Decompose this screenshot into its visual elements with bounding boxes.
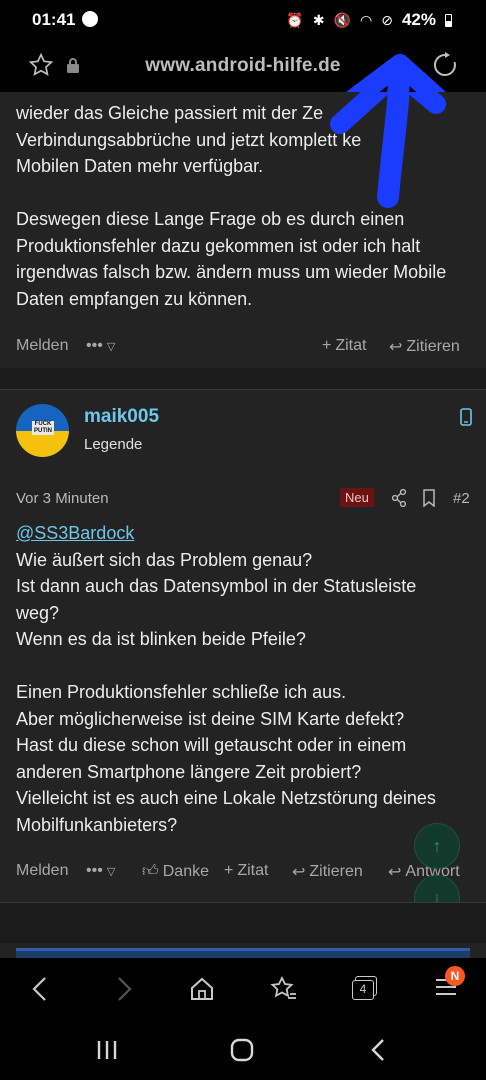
plus-icon: + — [224, 862, 234, 879]
back-icon[interactable] — [30, 976, 50, 1002]
annotation-arrow-icon — [330, 92, 446, 208]
like-label: Danke — [162, 862, 209, 880]
forward-icon[interactable] — [114, 976, 134, 1002]
text-line: Einen Produktionsfehler schließe ich aus… — [16, 682, 347, 702]
text-line: weg? — [16, 602, 60, 623]
status-time: 01:41 — [32, 10, 76, 29]
cite-button[interactable]: ↩ Zitieren — [292, 862, 363, 882]
tabs-button[interactable]: 4 — [352, 976, 378, 1000]
system-nav-bar — [0, 1020, 486, 1080]
post-body: @SS3Bardock Wie äußert sich das Problem … — [0, 520, 452, 838]
text-line: Daten empfangen zu können. — [16, 288, 253, 309]
annotation-arrow-tip-icon — [346, 54, 447, 92]
share-icon[interactable] — [391, 489, 407, 507]
text-line: anderen Smartphone längere Zeit probiert… — [16, 761, 362, 782]
post-separator — [0, 368, 486, 390]
bookmark-icon[interactable] — [422, 489, 436, 507]
quote-label: Zitat — [335, 337, 367, 354]
quote-button[interactable]: + Zitat — [322, 337, 366, 355]
reply-arrow-icon: ↩ — [389, 339, 403, 356]
text-line: Ist dann auch das Datensymbol in der Sta… — [16, 576, 417, 596]
recent-apps-icon[interactable] — [96, 1040, 118, 1060]
post-actions: Melden ••• ▽ 👍︎ Danke + Zitat ↩ Zitieren… — [0, 857, 486, 887]
system-back-icon[interactable] — [370, 1038, 386, 1062]
divider — [0, 389, 486, 390]
text-line: Produktionsfehler dazu gekommen ist oder… — [16, 235, 421, 256]
browser-bottom-nav: 4 N — [0, 958, 486, 1020]
text-line: Mobilfunkanbieters? — [16, 814, 178, 835]
report-button[interactable]: Melden — [16, 337, 68, 355]
post-separator — [0, 903, 486, 943]
like-button[interactable]: 👍︎ Danke — [142, 862, 209, 881]
more-menu-button[interactable]: ••• ▽ — [86, 337, 115, 355]
scroll-up-button[interactable]: ↑ — [414, 823, 460, 869]
plus-icon: + — [322, 337, 332, 354]
text-line: Hast du diese schon will getauscht oder … — [16, 735, 407, 755]
new-badge: Neu — [340, 488, 374, 507]
status-bar: 01:41 ⏰ ✱ 🔇 ◠ ⊘ 42% — [0, 0, 486, 40]
more-dots: ••• — [86, 862, 103, 879]
wifi-icon: ◠ — [360, 11, 373, 28]
username-link[interactable]: maik005 — [84, 406, 159, 428]
more-menu-button[interactable]: ••• ▽ — [86, 862, 115, 880]
text-line: Wenn es da ist blinken beide Pfeile? — [16, 629, 306, 649]
text-line: Wie äußert sich das Problem genau? — [16, 549, 313, 570]
avatar[interactable]: FUCK PUTIN — [16, 404, 69, 457]
post-number[interactable]: #2 — [453, 490, 470, 507]
text-line: irgendwas falsch bzw. ändern muss um wie… — [16, 262, 447, 282]
chevron-down-icon: ▽ — [106, 865, 116, 878]
quote-button[interactable]: + Zitat — [224, 862, 268, 880]
text-line: Vielleicht ist es auch eine Lokale Netzs… — [16, 788, 436, 808]
user-mention-link[interactable]: @SS3Bardock — [16, 523, 134, 543]
battery-icon — [445, 13, 452, 27]
mobile-device-icon — [460, 408, 472, 426]
reply-arrow-icon: ↩ — [388, 864, 402, 881]
app-notification-icon — [82, 11, 98, 27]
previous-post-actions: Melden ••• ▽ + Zitat ↩ Zitieren — [0, 332, 486, 362]
text-line: Aber möglicherweise ist deine SIM Karte … — [16, 708, 405, 729]
mute-icon: 🔇 — [333, 11, 352, 28]
quote-label: Zitat — [237, 862, 269, 879]
reply-arrow-icon: ↩ — [292, 864, 306, 881]
more-dots: ••• — [86, 337, 103, 354]
status-icons: ⏰ ✱ 🔇 ◠ ⊘ 42% — [286, 10, 452, 30]
chevron-down-icon: ▽ — [106, 340, 116, 353]
tabs-count: 4 — [352, 980, 374, 1000]
home-icon[interactable] — [189, 976, 215, 1002]
cite-button[interactable]: ↩ Zitieren — [389, 337, 460, 357]
battery-percent: 42% — [401, 10, 436, 29]
cite-label: Zitieren — [309, 863, 363, 880]
arrow-up-icon: ↑ — [432, 835, 442, 856]
user-role: Legende — [84, 436, 143, 453]
system-home-icon[interactable] — [230, 1038, 254, 1062]
avatar-stamp: FUCK PUTIN — [32, 421, 54, 435]
notification-badge: N — [445, 966, 465, 986]
forum-thread: wieder das Gleiche passiert mit der Ze V… — [0, 92, 486, 958]
bluetooth-icon: ✱ — [312, 11, 325, 28]
do-not-disturb-icon: ⊘ — [381, 11, 393, 28]
alarm-icon: ⏰ — [286, 11, 304, 28]
cite-label: Zitieren — [406, 338, 460, 355]
post-time[interactable]: Vor 3 Minuten — [16, 490, 109, 507]
bookmarks-icon[interactable] — [270, 976, 298, 1002]
thumbs-up-icon: 👍︎ — [142, 863, 159, 880]
next-post-table-edge — [16, 948, 470, 958]
report-button[interactable]: Melden — [16, 862, 68, 880]
